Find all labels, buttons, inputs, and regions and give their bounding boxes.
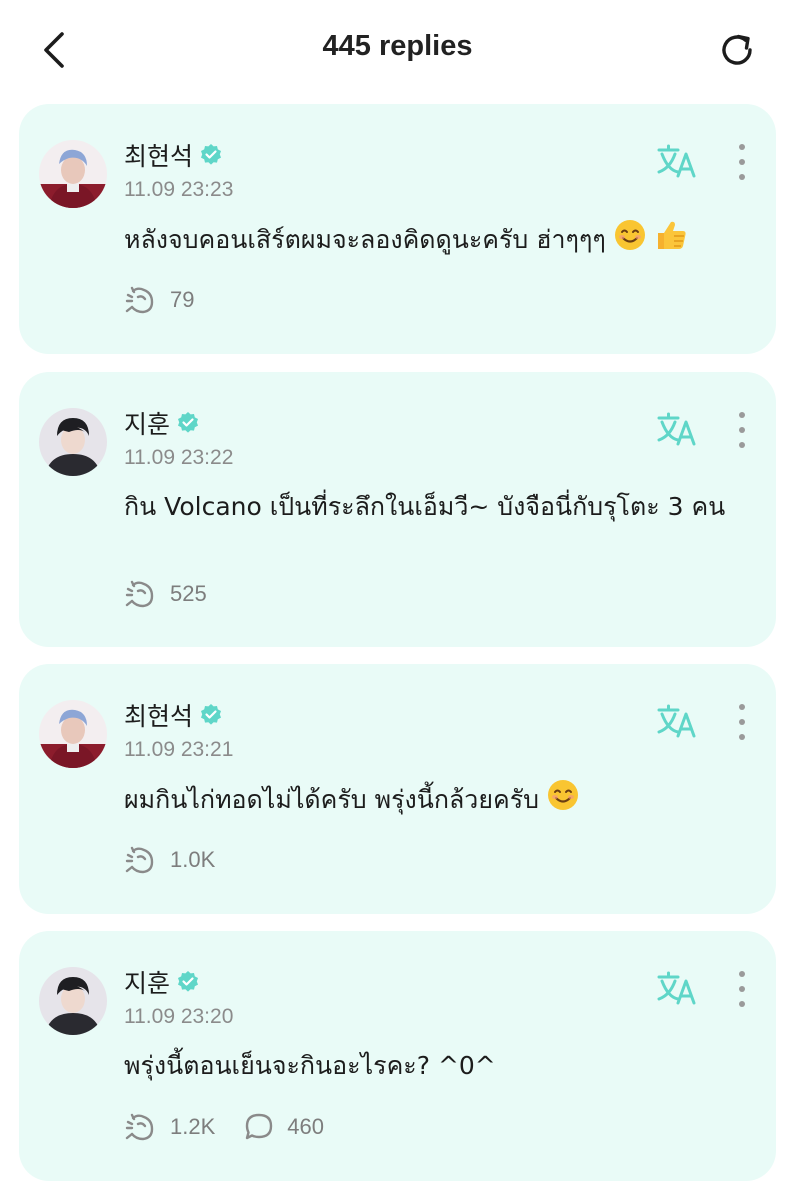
more-options-button[interactable] — [732, 704, 752, 740]
avatar[interactable] — [39, 140, 107, 208]
avatar[interactable] — [39, 967, 107, 1035]
translate-icon — [657, 971, 696, 1005]
page-title: 445 replies — [322, 30, 473, 62]
comment-bubble-icon — [246, 1113, 273, 1140]
reply-actions: 1.0K — [124, 842, 243, 878]
author-name[interactable]: 최현석 — [124, 137, 193, 173]
cheer-hand-icon — [125, 580, 154, 608]
translate-icon — [657, 704, 696, 738]
reply-message: กิน Volcano เป็นที่ระลึกในเอ็มวี~ บังจือ… — [124, 487, 744, 527]
author-name[interactable]: 지훈 — [124, 964, 170, 1000]
author-name[interactable]: 지훈 — [124, 405, 170, 441]
header-bar: 445 replies — [0, 0, 795, 100]
refresh-button[interactable] — [715, 28, 759, 72]
reply-message: หลังจบคอนเสิร์ตผมจะลองคิดดูนะครับ ฮ่าๆๆๆ — [124, 219, 744, 263]
cheer-count: 79 — [170, 287, 195, 312]
reply-card[interactable]: 지훈 11.09 23:22 กิน Volcano เป็นที่ระลึกใ… — [19, 372, 776, 647]
author-name[interactable]: 최현석 — [124, 697, 193, 733]
thumbs-up-emoji — [654, 219, 688, 263]
translate-button[interactable] — [656, 410, 698, 450]
cheer-button[interactable]: 79 — [124, 284, 194, 316]
translate-button[interactable] — [656, 142, 698, 182]
comment-button[interactable]: 460 — [243, 1111, 324, 1143]
verified-badge-icon — [199, 703, 223, 727]
verified-badge-icon — [199, 143, 223, 167]
smiling-face-emoji — [614, 219, 646, 263]
more-options-button[interactable] — [732, 412, 752, 448]
reply-message: ผมกินไก่ทอดไม่ได้ครับ พรุ่งนี้กล้วยครับ — [124, 779, 744, 823]
reply-actions: 525 — [124, 576, 235, 612]
cheer-count: 1.0K — [170, 847, 216, 872]
comment-count: 460 — [287, 1114, 324, 1139]
reply-actions: 79 — [124, 282, 222, 318]
smiling-face-emoji — [547, 779, 579, 823]
cheer-button[interactable]: 525 — [124, 578, 207, 610]
cheer-hand-icon — [125, 1113, 154, 1141]
replies-page: 445 replies 최현석 11.09 23:23 หลังจบคอนเสิ… — [0, 0, 795, 1200]
translate-button[interactable] — [656, 702, 698, 742]
cheer-count: 1.2K — [170, 1114, 216, 1139]
reply-card[interactable]: 최현석 11.09 23:23 หลังจบคอนเสิร์ตผมจะลองคิ… — [19, 104, 776, 354]
timestamp: 11.09 23:22 — [124, 446, 234, 469]
translate-button[interactable] — [656, 969, 698, 1009]
avatar[interactable] — [39, 700, 107, 768]
reply-card[interactable]: 최현석 11.09 23:21 ผมกินไก่ทอดไม่ได้ครับ พร… — [19, 664, 776, 914]
translate-icon — [657, 412, 696, 446]
cheer-hand-icon — [125, 286, 154, 314]
refresh-icon — [722, 34, 752, 65]
verified-badge-icon — [176, 970, 200, 994]
timestamp: 11.09 23:20 — [124, 1005, 234, 1028]
reply-message: พรุ่งนี้ตอนเย็นจะกินอะไรคะ? ^0^ — [124, 1046, 744, 1086]
translate-icon — [657, 144, 696, 178]
more-options-button[interactable] — [732, 971, 752, 1007]
reply-text: กิน Volcano เป็นที่ระลึกในเอ็มวี~ บังจือ… — [124, 492, 726, 521]
reply-text: ผมกินไก่ทอดไม่ได้ครับ พรุ่งนี้กล้วยครับ — [124, 785, 539, 814]
cheer-button[interactable]: 1.2K — [124, 1111, 215, 1143]
verified-badge-icon — [176, 411, 200, 435]
reply-text: พรุ่งนี้ตอนเย็นจะกินอะไรคะ? ^0^ — [124, 1051, 496, 1080]
cheer-hand-icon — [125, 846, 154, 874]
timestamp: 11.09 23:23 — [124, 178, 234, 201]
reply-card[interactable]: 지훈 11.09 23:20 พรุ่งนี้ตอนเย็นจะกินอะไรค… — [19, 931, 776, 1181]
reply-text: หลังจบคอนเสิร์ตผมจะลองคิดดูนะครับ ฮ่าๆๆๆ — [124, 225, 606, 254]
cheer-button[interactable]: 1.0K — [124, 844, 215, 876]
more-options-button[interactable] — [732, 144, 752, 180]
timestamp: 11.09 23:21 — [124, 738, 234, 761]
reply-actions: 1.2K 460 — [124, 1109, 352, 1145]
avatar[interactable] — [39, 408, 107, 476]
cheer-count: 525 — [170, 581, 207, 606]
